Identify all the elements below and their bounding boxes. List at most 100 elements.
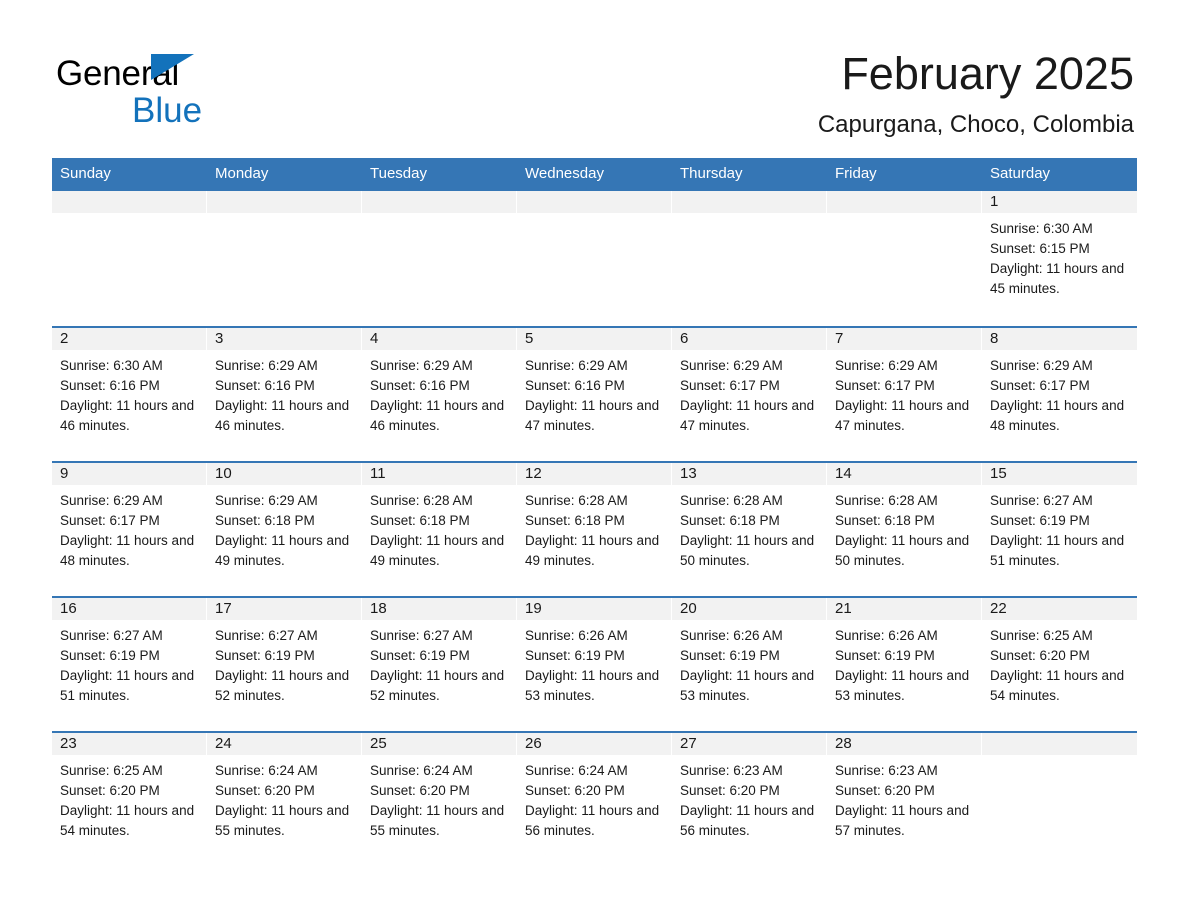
- day-details: Sunrise: 6:24 AM Sunset: 6:20 PM Daylight:…: [362, 755, 516, 841]
- daylight-text: Daylight: 11 hours and 48 minutes.: [990, 398, 1125, 433]
- sunset-text: Sunset: 6:16 PM: [525, 378, 625, 393]
- daylight-text: Daylight: 11 hours and 54 minutes.: [60, 803, 195, 838]
- day-number: 28: [835, 735, 852, 752]
- day-number-band: [362, 191, 516, 213]
- sunrise-text: Sunrise: 6:29 AM: [60, 493, 163, 508]
- daylight-text: Daylight: 11 hours and 55 minutes.: [370, 803, 505, 838]
- calendar-day-cell[interactable]: 9 Sunrise: 6:29 AM Sunset: 6:17 PM Daylight…: [52, 463, 207, 596]
- calendar-day-cell[interactable]: 20 Sunrise: 6:26 AM Sunset: 6:19 PM Dayligh…: [672, 598, 827, 731]
- calendar-day-cell[interactable]: 10 Sunrise: 6:29 AM Sunset: 6:18 PM Dayligh…: [207, 463, 362, 596]
- calendar-day-cell[interactable]: 17 Sunrise: 6:27 AM Sunset: 6:19 PM Dayligh…: [207, 598, 362, 731]
- daylight-text: Daylight: 11 hours and 53 minutes.: [680, 668, 815, 703]
- calendar-day-cell[interactable]: 1 Sunrise: 6:30 AM Sunset: 6:15 PM Daylight…: [982, 191, 1137, 326]
- daylight-text: Daylight: 11 hours and 49 minutes.: [215, 533, 350, 568]
- brand-logo[interactable]: General Blue: [56, 48, 356, 129]
- daylight-text: Daylight: 11 hours and 51 minutes.: [990, 533, 1125, 568]
- daylight-text: Daylight: 11 hours and 47 minutes.: [680, 398, 815, 433]
- sunrise-text: Sunrise: 6:29 AM: [215, 358, 318, 373]
- calendar-day-cell[interactable]: 14 Sunrise: 6:28 AM Sunset: 6:18 PM Dayligh…: [827, 463, 982, 596]
- calendar-day-cell[interactable]: 13 Sunrise: 6:28 AM Sunset: 6:18 PM Dayligh…: [672, 463, 827, 596]
- sunset-text: Sunset: 6:16 PM: [60, 378, 160, 393]
- sunrise-text: Sunrise: 6:27 AM: [60, 628, 163, 643]
- day-number-band: 16: [52, 598, 206, 620]
- day-number-band: 19: [517, 598, 671, 620]
- sunrise-text: Sunrise: 6:28 AM: [835, 493, 938, 508]
- weekday-header-tuesday: Tuesday: [370, 165, 427, 182]
- day-number: 16: [60, 600, 77, 617]
- calendar-day-cell[interactable]: 2 Sunrise: 6:30 AM Sunset: 6:16 PM Daylight…: [52, 328, 207, 461]
- calendar-day-cell[interactable]: 24 Sunrise: 6:24 AM Sunset: 6:20 PM Dayligh…: [207, 733, 362, 866]
- page-subtitle: Capurgana, Choco, Colombia: [817, 111, 1134, 138]
- calendar-week-row: 1 Sunrise: 6:30 AM Sunset: 6:15 PM Daylight…: [52, 191, 1137, 326]
- sunrise-text: Sunrise: 6:29 AM: [680, 358, 783, 373]
- calendar-day-cell[interactable]: 7 Sunrise: 6:29 AM Sunset: 6:17 PM Daylight…: [827, 328, 982, 461]
- sunrise-text: Sunrise: 6:29 AM: [370, 358, 473, 373]
- calendar-day-cell[interactable]: 12 Sunrise: 6:28 AM Sunset: 6:18 PM Dayligh…: [517, 463, 672, 596]
- calendar-week-row: 9 Sunrise: 6:29 AM Sunset: 6:17 PM Daylight…: [52, 461, 1137, 596]
- calendar-day-cell[interactable]: 5 Sunrise: 6:29 AM Sunset: 6:16 PM Daylight…: [517, 328, 672, 461]
- sunrise-text: Sunrise: 6:30 AM: [60, 358, 163, 373]
- day-details: Sunrise: 6:29 AM Sunset: 6:18 PM Daylight:…: [207, 485, 361, 571]
- calendar-day-cell[interactable]: 28 Sunrise: 6:23 AM Sunset: 6:20 PM Dayligh…: [827, 733, 982, 866]
- sunset-text: Sunset: 6:20 PM: [835, 783, 935, 798]
- calendar-day-cell[interactable]: 16 Sunrise: 6:27 AM Sunset: 6:19 PM Dayligh…: [52, 598, 207, 731]
- day-number: 14: [835, 465, 852, 482]
- day-details: Sunrise: 6:29 AM Sunset: 6:17 PM Daylight:…: [827, 350, 981, 436]
- day-details: Sunrise: 6:26 AM Sunset: 6:19 PM Daylight:…: [672, 620, 826, 706]
- sunrise-text: Sunrise: 6:26 AM: [835, 628, 938, 643]
- day-number-band: 14: [827, 463, 981, 485]
- daylight-text: Daylight: 11 hours and 52 minutes.: [215, 668, 350, 703]
- calendar-day-cell-empty: [982, 733, 1137, 866]
- daylight-text: Daylight: 11 hours and 50 minutes.: [835, 533, 970, 568]
- day-details: Sunrise: 6:26 AM Sunset: 6:19 PM Daylight:…: [827, 620, 981, 706]
- calendar-day-cell[interactable]: 22 Sunrise: 6:25 AM Sunset: 6:20 PM Dayligh…: [982, 598, 1137, 731]
- day-number-band: 20: [672, 598, 826, 620]
- calendar-day-cell[interactable]: 8 Sunrise: 6:29 AM Sunset: 6:17 PM Daylight…: [982, 328, 1137, 461]
- calendar-day-cell[interactable]: 25 Sunrise: 6:24 AM Sunset: 6:20 PM Dayligh…: [362, 733, 517, 866]
- day-number: 17: [215, 600, 232, 617]
- day-number-band: 27: [672, 733, 826, 755]
- sunrise-text: Sunrise: 6:24 AM: [370, 763, 473, 778]
- day-details: Sunrise: 6:29 AM Sunset: 6:16 PM Daylight:…: [362, 350, 516, 436]
- sunrise-text: Sunrise: 6:27 AM: [215, 628, 318, 643]
- day-details: Sunrise: 6:28 AM Sunset: 6:18 PM Daylight:…: [517, 485, 671, 571]
- sunset-text: Sunset: 6:20 PM: [525, 783, 625, 798]
- calendar-day-cell[interactable]: 11 Sunrise: 6:28 AM Sunset: 6:18 PM Dayligh…: [362, 463, 517, 596]
- daylight-text: Daylight: 11 hours and 46 minutes.: [370, 398, 505, 433]
- weekday-header-wednesday: Wednesday: [525, 165, 604, 182]
- calendar-day-cell[interactable]: 6 Sunrise: 6:29 AM Sunset: 6:17 PM Daylight…: [672, 328, 827, 461]
- day-number-band: 4: [362, 328, 516, 350]
- day-number: 19: [525, 600, 542, 617]
- sunrise-text: Sunrise: 6:28 AM: [525, 493, 628, 508]
- day-number: 10: [215, 465, 232, 482]
- calendar-day-cell[interactable]: 15 Sunrise: 6:27 AM Sunset: 6:19 PM Dayligh…: [982, 463, 1137, 596]
- sunset-text: Sunset: 6:18 PM: [525, 513, 625, 528]
- calendar-day-cell[interactable]: 21 Sunrise: 6:26 AM Sunset: 6:19 PM Dayligh…: [827, 598, 982, 731]
- weekday-header-friday: Friday: [835, 165, 877, 182]
- calendar-day-cell[interactable]: 23 Sunrise: 6:25 AM Sunset: 6:20 PM Dayligh…: [52, 733, 207, 866]
- sunrise-text: Sunrise: 6:29 AM: [990, 358, 1093, 373]
- day-number-band: 15: [982, 463, 1137, 485]
- daylight-text: Daylight: 11 hours and 53 minutes.: [835, 668, 970, 703]
- day-details: Sunrise: 6:29 AM Sunset: 6:17 PM Daylight:…: [982, 350, 1137, 436]
- calendar-day-cell[interactable]: 18 Sunrise: 6:27 AM Sunset: 6:19 PM Dayligh…: [362, 598, 517, 731]
- sunrise-text: Sunrise: 6:28 AM: [370, 493, 473, 508]
- day-number: 20: [680, 600, 697, 617]
- sunset-text: Sunset: 6:16 PM: [370, 378, 470, 393]
- day-number: 26: [525, 735, 542, 752]
- sunset-text: Sunset: 6:18 PM: [215, 513, 315, 528]
- calendar-day-cell[interactable]: 26 Sunrise: 6:24 AM Sunset: 6:20 PM Dayligh…: [517, 733, 672, 866]
- calendar-day-cell[interactable]: 3 Sunrise: 6:29 AM Sunset: 6:16 PM Daylight…: [207, 328, 362, 461]
- day-number: 23: [60, 735, 77, 752]
- day-number-band: 12: [517, 463, 671, 485]
- daylight-text: Daylight: 11 hours and 47 minutes.: [525, 398, 660, 433]
- day-details: Sunrise: 6:23 AM Sunset: 6:20 PM Daylight:…: [827, 755, 981, 841]
- calendar-day-cell-empty: [362, 191, 517, 326]
- calendar-day-cell[interactable]: 4 Sunrise: 6:29 AM Sunset: 6:16 PM Daylight…: [362, 328, 517, 461]
- day-number-band: [517, 191, 671, 213]
- calendar-day-cell[interactable]: 19 Sunrise: 6:26 AM Sunset: 6:19 PM Dayligh…: [517, 598, 672, 731]
- calendar-day-cell[interactable]: 27 Sunrise: 6:23 AM Sunset: 6:20 PM Dayligh…: [672, 733, 827, 866]
- daylight-text: Daylight: 11 hours and 49 minutes.: [370, 533, 505, 568]
- weekday-header-saturday: Saturday: [990, 165, 1051, 182]
- day-number-band: 2: [52, 328, 206, 350]
